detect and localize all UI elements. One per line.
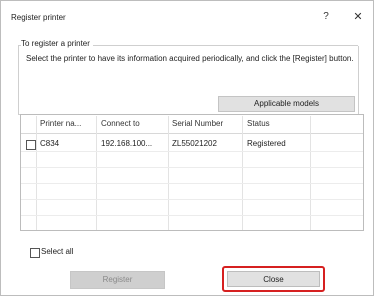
column-divider <box>36 116 37 230</box>
select-all-label[interactable]: Select all <box>41 247 73 256</box>
column-divider <box>96 116 97 230</box>
dialog-title: Register printer <box>11 13 66 22</box>
register-printer-dialog: Register printer ? ✕ To register a print… <box>0 0 374 296</box>
applicable-models-button[interactable]: Applicable models <box>218 96 355 112</box>
cell-connect-to: 192.168.100... <box>101 139 153 148</box>
column-divider <box>168 116 169 230</box>
group-legend: To register a printer <box>21 39 93 48</box>
row-divider <box>21 167 363 168</box>
cell-status: Registered <box>247 139 286 148</box>
title-bar: Register printer ? ✕ <box>1 1 373 31</box>
column-header-printer-name[interactable]: Printer na... <box>40 119 81 128</box>
select-all-checkbox[interactable] <box>30 248 40 258</box>
row-divider <box>21 183 363 184</box>
cell-printer-name: C834 <box>40 139 60 148</box>
column-divider <box>242 116 243 230</box>
column-header-status[interactable]: Status <box>247 119 270 128</box>
column-header-serial-number[interactable]: Serial Number <box>172 119 223 128</box>
instructions-text: Select the printer to have its informati… <box>26 54 354 63</box>
close-button[interactable]: Close <box>227 271 320 287</box>
column-divider <box>310 116 311 230</box>
row-divider <box>21 215 363 216</box>
cell-serial-number: ZL55021202 <box>172 139 217 148</box>
row-checkbox[interactable] <box>26 140 36 150</box>
column-header-connect-to[interactable]: Connect to <box>101 119 140 128</box>
help-icon[interactable]: ? <box>319 10 333 24</box>
table-header: Printer na... Connect to Serial Number S… <box>21 115 363 134</box>
register-button[interactable]: Register <box>70 271 165 289</box>
row-divider <box>21 151 363 152</box>
row-divider <box>21 199 363 200</box>
close-button-highlight: Close <box>222 266 325 292</box>
printer-table: Printer na... Connect to Serial Number S… <box>20 114 364 231</box>
close-icon[interactable]: ✕ <box>351 10 365 24</box>
